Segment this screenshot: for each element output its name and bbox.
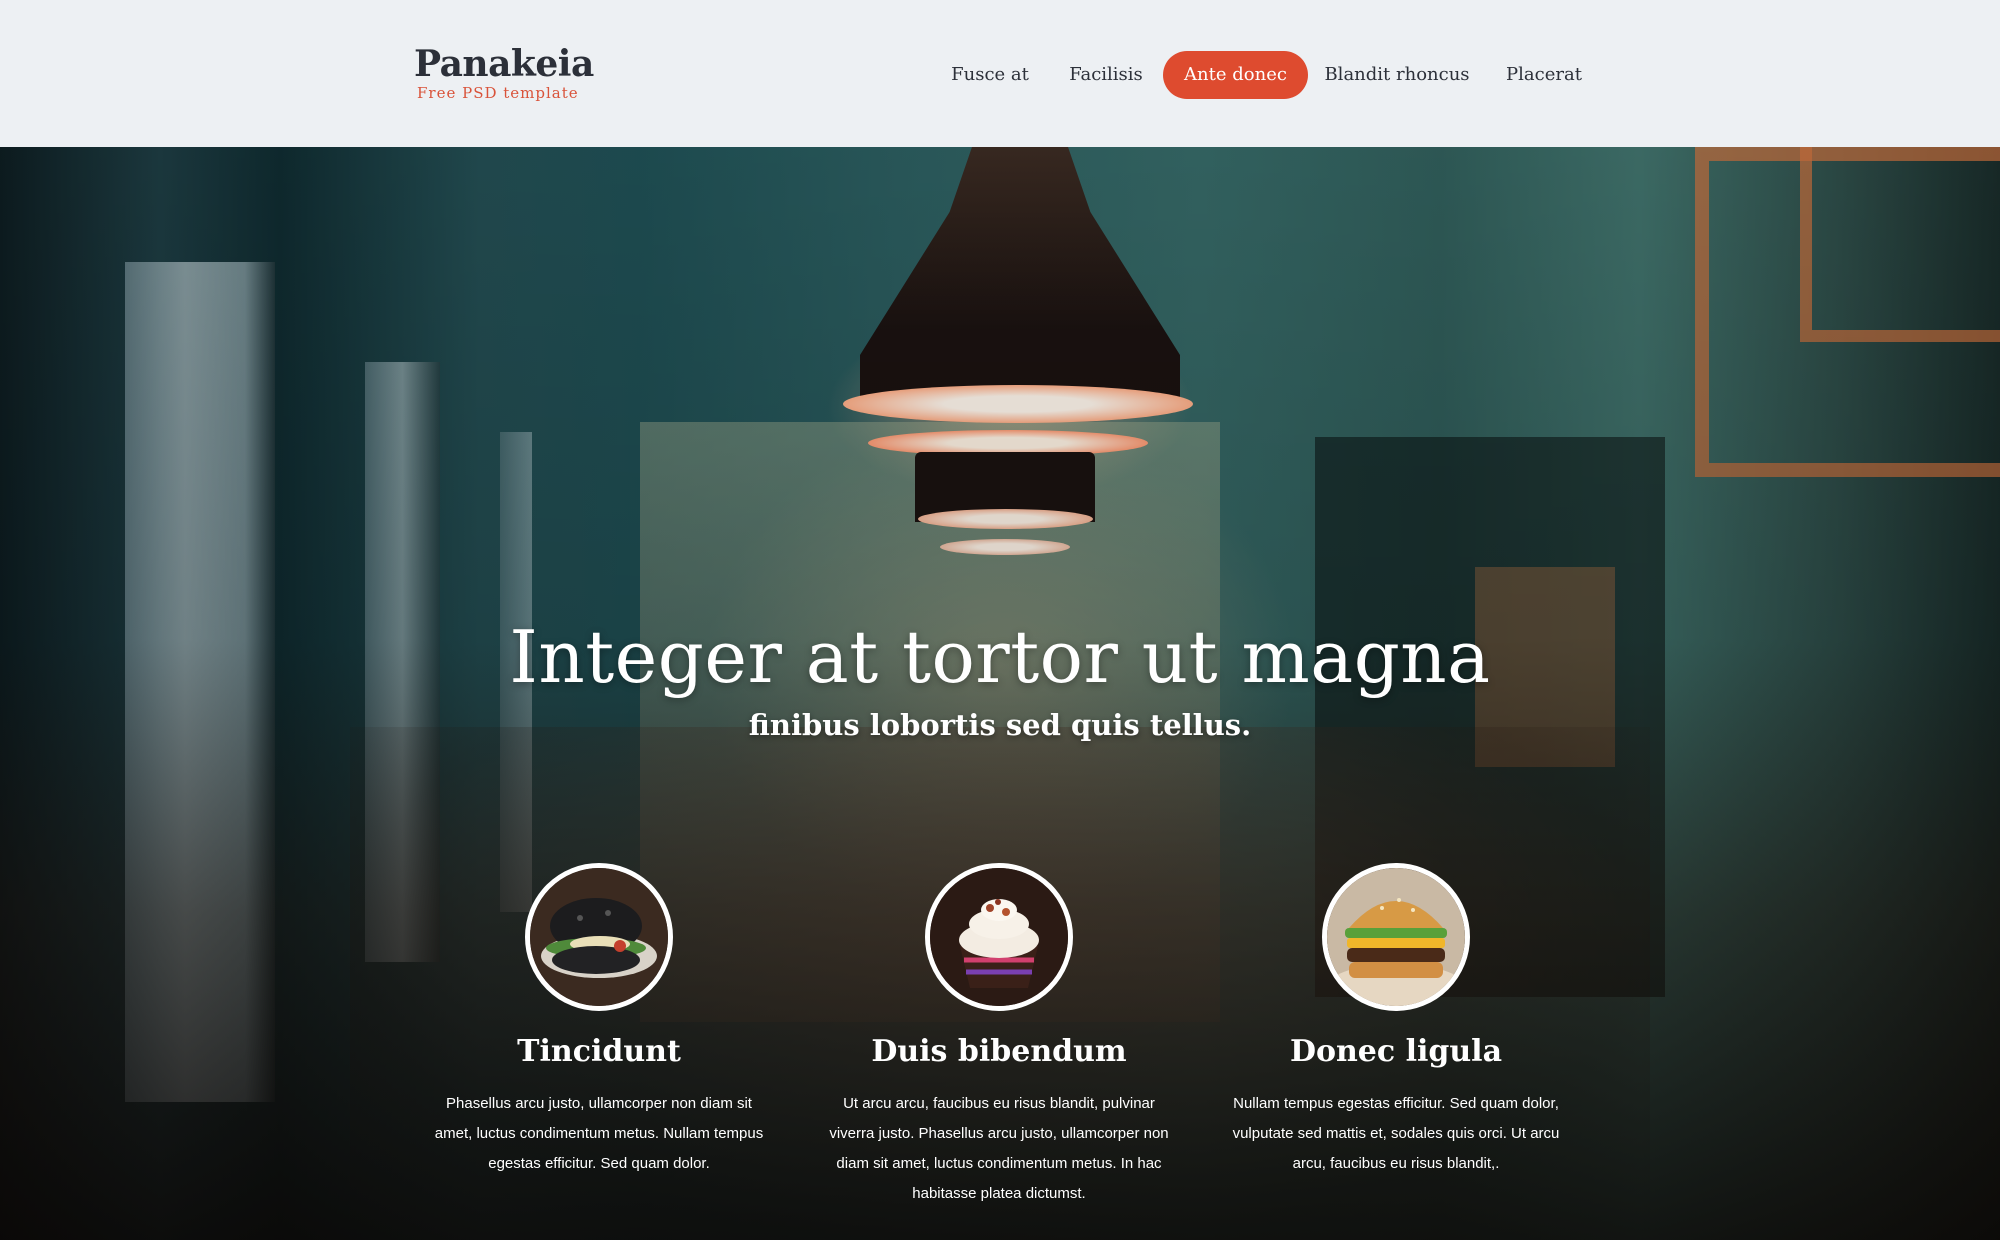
feature-card-tincidunt: Tincidunt Phasellus arcu justo, ullamcor… [429, 863, 769, 1179]
feature-text: Ut arcu arcu, faucibus eu risus blandit,… [829, 1095, 1169, 1202]
feature-card-donec-ligula: Donec ligula Nullam tempus egestas effic… [1226, 863, 1566, 1179]
feature-text: Nullam tempus egestas efficitur. Sed qua… [1232, 1095, 1560, 1172]
nav-item-blandit-rhoncus[interactable]: Blandit rhoncus [1318, 51, 1476, 99]
feature-title: Duis bibendum [871, 1034, 1127, 1069]
cupcake-image [925, 863, 1073, 1011]
nav-item-placerat[interactable]: Placerat [1496, 51, 1592, 99]
site-header: Panakeia Free PSD template Fusce at Faci… [0, 0, 2000, 147]
hero-section: Integer at tortor ut magna finibus lobor… [0, 147, 2000, 1240]
hero-subtitle: finibus lobortis sed quis tellus. [748, 708, 1252, 742]
feature-title: Donec ligula [1289, 1034, 1503, 1069]
burger-image [1322, 863, 1470, 1011]
feature-card-duis-bibendum: Duis bibendum Ut arcu arcu, faucibus eu … [829, 863, 1169, 1209]
black-burger-image [525, 863, 673, 1011]
main-nav: Fusce at Facilisis Ante donec Blandit rh… [0, 51, 2000, 99]
feature-title: Tincidunt [517, 1034, 681, 1069]
hero-title: Integer at tortor ut magna [509, 615, 1491, 699]
nav-item-fusce-at[interactable]: Fusce at [942, 51, 1038, 99]
nav-item-facilisis[interactable]: Facilisis [1058, 51, 1154, 99]
nav-item-ante-donec[interactable]: Ante donec [1163, 51, 1308, 99]
feature-text: Phasellus arcu justo, ullamcorper non di… [434, 1095, 764, 1172]
